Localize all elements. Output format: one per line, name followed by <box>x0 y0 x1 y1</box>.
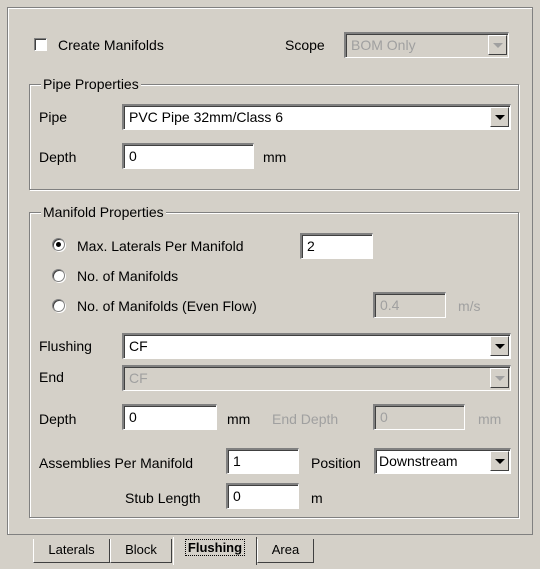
max-laterals-radio[interactable] <box>52 238 65 251</box>
chevron-down-icon <box>492 42 503 48</box>
pipe-depth-label: Depth <box>39 149 77 165</box>
scope-label: Scope <box>285 37 325 53</box>
tab-block[interactable]: Block <box>110 539 172 563</box>
even-flow-value: 0.4 <box>380 297 400 313</box>
position-select[interactable]: Downstream <box>374 448 511 474</box>
stub-length-label: Stub Length <box>125 490 201 506</box>
manifold-depth-input[interactable]: 0 <box>122 404 217 430</box>
no-of-manifolds-label[interactable]: No. of Manifolds <box>77 267 178 285</box>
tab-area-label: Area <box>271 542 300 557</box>
assemblies-input[interactable]: 1 <box>226 448 299 474</box>
pipe-depth-unit: mm <box>263 149 287 165</box>
manifold-depth-value: 0 <box>129 409 137 425</box>
end-depth-label: End Depth <box>272 411 339 427</box>
tab-laterals[interactable]: Laterals <box>33 539 110 563</box>
end-depth-value: 0 <box>380 409 388 425</box>
pipe-dropdown-button[interactable] <box>490 107 509 127</box>
no-of-manifolds-radio[interactable] <box>52 269 65 282</box>
position-value: Downstream <box>379 453 458 469</box>
even-flow-unit: m/s <box>458 298 481 314</box>
manifold-depth-unit: mm <box>227 411 251 427</box>
stub-length-value: 0 <box>233 488 241 504</box>
scope-value: BOM Only <box>351 37 416 53</box>
position-label: Position <box>311 455 361 471</box>
flushing-dropdown-button[interactable] <box>490 336 509 356</box>
radio-selected-dot <box>56 242 61 247</box>
even-flow-label[interactable]: No. of Manifolds (Even Flow) <box>77 297 257 315</box>
stub-length-unit: m <box>311 490 323 506</box>
even-flow-input: 0.4 <box>373 292 446 318</box>
flushing-select[interactable]: CF <box>122 333 511 359</box>
end-dropdown-button <box>490 368 509 388</box>
manifold-depth-label: Depth <box>39 411 77 427</box>
manifold-properties-legend: Manifold Properties <box>41 204 166 220</box>
create-manifolds-label[interactable]: Create Manifolds <box>58 36 164 54</box>
stub-length-input[interactable]: 0 <box>226 483 299 509</box>
chevron-down-icon <box>494 114 505 120</box>
scope-dropdown-button <box>488 35 507 55</box>
end-value: CF <box>129 370 148 386</box>
scope-select: BOM Only <box>344 32 509 58</box>
end-depth-input: 0 <box>373 404 465 430</box>
pipe-depth-input[interactable]: 0 <box>122 143 254 169</box>
max-laterals-input[interactable]: 2 <box>300 233 373 259</box>
position-dropdown-button[interactable] <box>490 451 509 471</box>
max-laterals-value: 2 <box>307 238 315 254</box>
pipe-label: Pipe <box>39 109 68 125</box>
chevron-down-icon <box>494 343 505 349</box>
assemblies-label: Assemblies Per Manifold <box>39 455 194 471</box>
chevron-down-icon <box>494 458 505 464</box>
tab-block-label: Block <box>125 542 157 557</box>
pipe-depth-value: 0 <box>129 148 137 164</box>
pipe-properties-group <box>29 84 519 190</box>
create-manifolds-checkbox[interactable] <box>34 38 47 51</box>
tab-flushing-label: Flushing <box>184 539 246 556</box>
max-laterals-label[interactable]: Max. Laterals Per Manifold <box>77 237 244 255</box>
chevron-down-icon <box>494 375 505 381</box>
end-select: CF <box>122 365 511 391</box>
flushing-value: CF <box>129 338 148 354</box>
end-depth-unit: mm <box>478 411 502 427</box>
pipe-select[interactable]: PVC Pipe 32mm/Class 6 <box>122 104 511 130</box>
flushing-label: Flushing <box>39 338 92 354</box>
assemblies-value: 1 <box>233 453 241 469</box>
pipe-value: PVC Pipe 32mm/Class 6 <box>129 109 284 125</box>
pipe-properties-legend: Pipe Properties <box>41 76 141 92</box>
tab-laterals-label: Laterals <box>48 542 95 557</box>
tab-flushing[interactable]: Flushing <box>173 537 257 565</box>
end-label: End <box>39 369 64 385</box>
tab-area[interactable]: Area <box>257 539 314 563</box>
even-flow-radio[interactable] <box>52 299 65 312</box>
